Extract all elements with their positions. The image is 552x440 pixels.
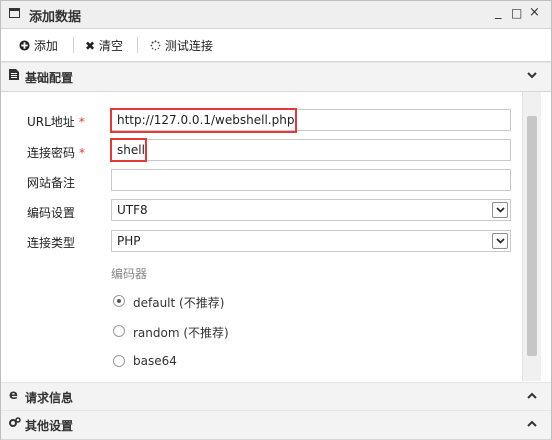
window-title: 添加数据: [29, 10, 82, 25]
test-connection-button[interactable]: 测试连接: [150, 37, 213, 54]
radio-icon: [113, 325, 125, 337]
note-label: 网站备注: [27, 176, 76, 190]
encoding-label: 编码设置: [27, 206, 76, 220]
add-button[interactable]: 添加: [19, 37, 58, 54]
type-label: 连接类型: [27, 236, 76, 250]
chevron-down-icon: [527, 69, 537, 82]
chevron-up-icon: [527, 417, 537, 430]
required-mark: *: [78, 115, 85, 129]
document-icon: [9, 69, 19, 83]
plus-circle-icon: [19, 40, 30, 51]
type-select[interactable]: PHP: [111, 230, 511, 252]
panel-request-header[interactable]: e 请求信息: [1, 382, 551, 412]
add-button-label: 添加: [33, 39, 58, 53]
scrollbar[interactable]: [522, 92, 541, 381]
panel-request-title: 请求信息: [25, 391, 74, 405]
url-label: URL地址 *: [27, 115, 85, 129]
radio-selected-icon: [113, 295, 125, 307]
minimize-button[interactable]: _: [495, 5, 502, 20]
gears-icon: [9, 417, 21, 431]
maximize-button[interactable]: □: [511, 6, 522, 20]
title-bar: 添加数据 _ □ ×: [1, 1, 551, 29]
spinner-icon: [150, 40, 161, 51]
toolbar-divider: [137, 37, 138, 53]
add-data-window: 添加数据 _ □ × 添加 ✖ 清空 测试连接 基础配置 URL地址 * htt…: [0, 0, 552, 440]
highlight-box: [110, 138, 147, 162]
scrollbar-thumb[interactable]: [527, 116, 537, 356]
encoding-select[interactable]: UTF8: [111, 199, 511, 221]
encoding-value: UTF8: [117, 203, 148, 217]
password-label: 连接密码 *: [27, 146, 86, 160]
test-connection-label: 测试连接: [164, 39, 213, 53]
toolbar: 添加 ✖ 清空 测试连接: [1, 29, 551, 62]
toolbar-divider: [73, 37, 74, 53]
close-button[interactable]: ×: [529, 5, 540, 20]
panel-basic-header[interactable]: 基础配置: [1, 62, 551, 92]
note-input[interactable]: [111, 169, 511, 191]
chevron-up-icon: [527, 389, 537, 402]
password-input[interactable]: shell: [111, 139, 511, 161]
clear-button[interactable]: ✖ 清空: [85, 37, 123, 54]
panel-basic-title: 基础配置: [25, 71, 74, 85]
edge-e-icon: e: [9, 388, 18, 403]
panel-other-title: 其他设置: [25, 419, 74, 433]
type-value: PHP: [117, 234, 141, 248]
clear-button-label: 清空: [98, 39, 123, 53]
chevron-down-icon: [492, 202, 508, 218]
highlight-box: [110, 108, 297, 133]
radio-icon: [113, 355, 125, 367]
basic-config-content: URL地址 * http://127.0.0.1/webshell.php 连接密…: [1, 92, 521, 381]
panel-other-header[interactable]: 其他设置: [1, 410, 551, 440]
chevron-down-icon: [492, 233, 508, 249]
encoder-label: 编码器: [111, 267, 148, 281]
required-mark: *: [79, 146, 86, 160]
x-icon: ✖: [85, 39, 96, 53]
window-icon: [9, 8, 20, 18]
